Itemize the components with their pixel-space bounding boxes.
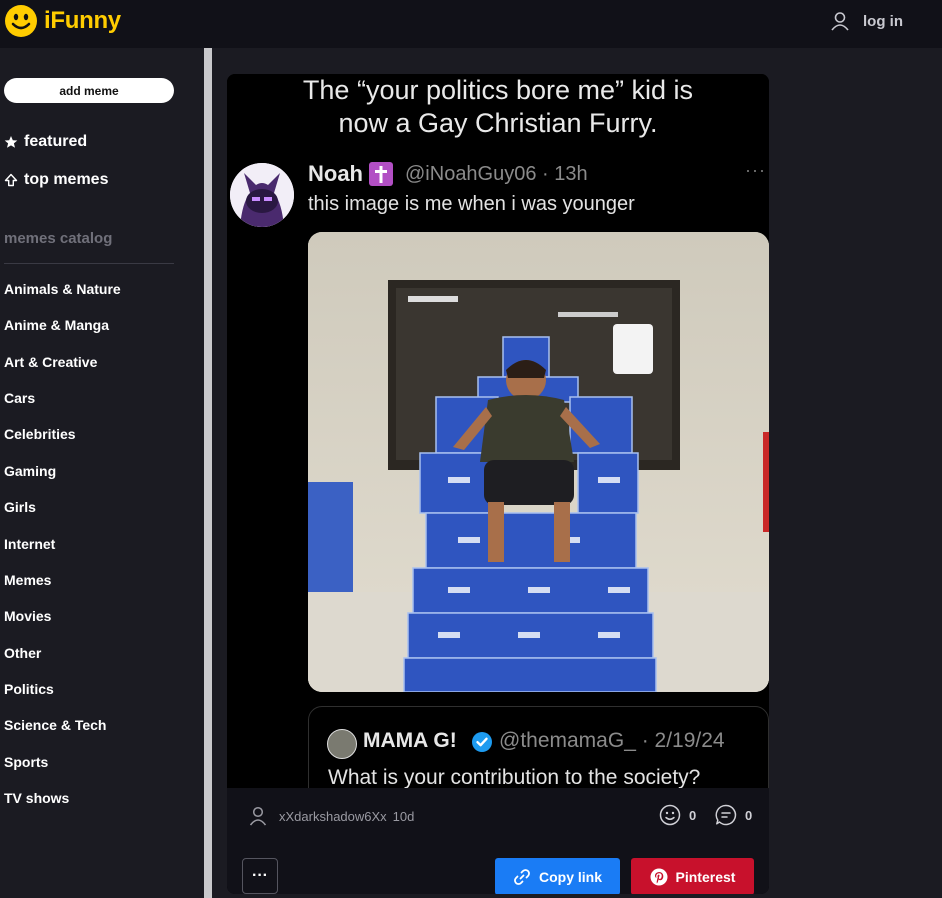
- tweet-more-icon: ···: [745, 160, 766, 180]
- category-link[interactable]: Anime & Manga: [4, 317, 109, 333]
- sidebar-item-label: featured: [24, 133, 88, 150]
- comments-button[interactable]: 0: [715, 804, 752, 826]
- category-link[interactable]: Cars: [4, 390, 35, 406]
- meme-caption: The “your politics bore me” kid is now a…: [227, 74, 769, 140]
- post-age: 10d: [392, 808, 415, 824]
- comment-icon: [715, 804, 737, 826]
- login-label: log in: [863, 12, 903, 30]
- kid-on-pepsi-throne-image: [308, 232, 769, 692]
- copy-link-button[interactable]: Copy link: [495, 858, 620, 894]
- author-info[interactable]: xXdarkshadow6Xx 10d: [249, 806, 414, 826]
- smile-count: 0: [689, 807, 697, 823]
- link-icon: [514, 868, 530, 885]
- quote-handle: @themamaG_ · 2/19/24: [499, 729, 725, 752]
- pinterest-icon: [650, 868, 668, 885]
- category-link[interactable]: Politics: [4, 681, 54, 697]
- verified-badge-icon: [472, 732, 492, 752]
- category-link[interactable]: Art & Creative: [4, 354, 97, 370]
- sidebar-item-top-memes[interactable]: top memes: [4, 171, 108, 189]
- smile-icon: [659, 804, 681, 826]
- quote-text: What is your contribution to the society…: [328, 766, 701, 788]
- smile-button[interactable]: 0: [659, 804, 696, 826]
- tweet-text: this image is me when i was younger: [308, 193, 635, 215]
- category-link[interactable]: Gaming: [4, 463, 56, 479]
- tweet-handle: @iNoahGuy06 · 13h: [405, 163, 588, 185]
- meme-card-footer: xXdarkshadow6Xx 10d 0 0 ··· Copy link Pi…: [227, 788, 769, 894]
- sidebar: add meme featured top memes memes catalo…: [0, 48, 204, 898]
- arrow-up-icon: [4, 173, 18, 187]
- login-link[interactable]: log in: [830, 11, 903, 31]
- category-link[interactable]: Animals & Nature: [4, 281, 121, 297]
- add-meme-button[interactable]: add meme: [4, 78, 174, 103]
- sidebar-item-label: top memes: [24, 171, 109, 188]
- top-header: iFunny log in: [0, 0, 942, 48]
- catalog-divider: [4, 263, 174, 264]
- more-options-button[interactable]: ···: [242, 858, 278, 894]
- category-link[interactable]: Sports: [4, 754, 48, 770]
- category-link[interactable]: Movies: [4, 608, 51, 624]
- category-link[interactable]: Other: [4, 645, 41, 661]
- pinterest-button[interactable]: Pinterest: [631, 858, 754, 894]
- throne-photo: [308, 232, 769, 692]
- quote-author-name: MAMA G!: [363, 729, 457, 752]
- quote-avatar: [327, 729, 357, 759]
- category-link[interactable]: Girls: [4, 499, 36, 515]
- furry-avatar-icon: [230, 163, 294, 227]
- meme-card: The “your politics bore me” kid is now a…: [227, 74, 769, 894]
- category-link[interactable]: Internet: [4, 536, 55, 552]
- sidebar-scrollbar[interactable]: [204, 48, 212, 898]
- comment-count: 0: [745, 807, 753, 823]
- caption-line: now a Gay Christian Furry.: [338, 108, 658, 138]
- caption-line: The “your politics bore me” kid is: [302, 75, 694, 105]
- category-link[interactable]: Celebrities: [4, 426, 76, 442]
- user-icon: [249, 806, 267, 826]
- catalog-title: memes catalog: [4, 230, 113, 247]
- category-link[interactable]: TV shows: [4, 790, 69, 806]
- smiley-logo-icon: [5, 5, 37, 37]
- category-link[interactable]: Memes: [4, 572, 51, 588]
- meme-image[interactable]: The “your politics bore me” kid is now a…: [227, 74, 769, 788]
- pinterest-label: Pinterest: [675, 868, 736, 885]
- cross-emoji-icon: [369, 162, 393, 186]
- logo-text: iFunny: [44, 7, 121, 34]
- category-link[interactable]: Science & Tech: [4, 717, 106, 733]
- ifunny-logo[interactable]: iFunny: [4, 4, 121, 38]
- quoted-tweet: MAMA G! @themamaG_ · 2/19/24 What is you…: [308, 706, 769, 788]
- author-name[interactable]: xXdarkshadow6Xx: [279, 809, 387, 824]
- user-icon: [831, 12, 849, 31]
- sidebar-item-featured[interactable]: featured: [4, 133, 87, 151]
- tweet-avatar: [230, 163, 294, 227]
- copy-link-label: Copy link: [538, 868, 602, 885]
- star-icon: [4, 136, 18, 148]
- tweet-author-name: Noah: [308, 161, 363, 186]
